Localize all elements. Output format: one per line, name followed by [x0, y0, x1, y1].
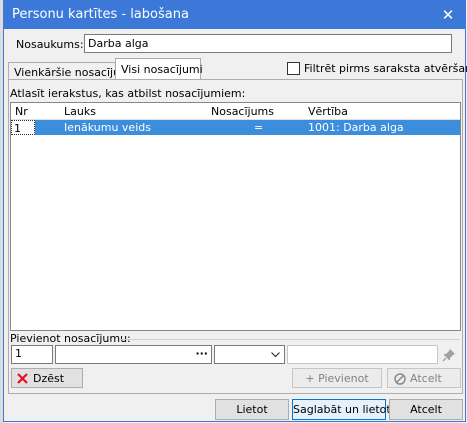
- column-header-nosacijums[interactable]: Nosacījums: [211, 104, 274, 119]
- filter-checkbox-label: Filtrēt pirms saraksta atvēršanas: [304, 62, 467, 75]
- close-icon[interactable]: ✕: [431, 1, 465, 29]
- save-and-apply-button-label: Saglabāt un lietot: [293, 403, 391, 416]
- cancel-condition-button-label: Atcelt: [410, 372, 442, 385]
- row-nr: 1: [14, 122, 21, 135]
- name-label: Nosaukums:: [16, 38, 84, 51]
- tab-all-conditions[interactable]: Visi nosacījumi: [115, 58, 203, 80]
- row-operator: =: [254, 121, 264, 134]
- condition-number-value: 1: [15, 347, 22, 360]
- row-value: 1001: Darba alga: [308, 121, 404, 134]
- row-field: Ienākumu veids: [64, 121, 151, 134]
- add-condition-separator: [120, 339, 460, 340]
- condition-value-input[interactable]: [287, 345, 438, 364]
- name-input[interactable]: Darba alga: [84, 34, 452, 53]
- delete-button[interactable]: Dzēst: [11, 368, 83, 388]
- apply-button[interactable]: Lietot: [215, 399, 289, 420]
- add-condition-button[interactable]: + Pievienot: [292, 368, 382, 388]
- add-condition-label: Pievienot nosacījumu:: [10, 332, 131, 345]
- ellipsis-icon[interactable]: ···: [195, 346, 208, 362]
- column-header-nr[interactable]: Nr: [15, 104, 28, 119]
- grid-caption: Atlasīt ierakstus, kas atbilst nosacījum…: [10, 87, 246, 100]
- dialog-window: Personu kartītes - labošana ✕ Nosaukums:…: [3, 0, 467, 422]
- column-header-lauks[interactable]: Lauks: [64, 104, 96, 119]
- add-condition-button-label: + Pievienot: [305, 372, 369, 385]
- delete-button-label: Dzēst: [33, 372, 65, 385]
- cancel-button[interactable]: Atcelt: [389, 399, 463, 420]
- window-title: Personu kartītes - labošana: [12, 7, 189, 22]
- column-header-vertiba[interactable]: Vērtība: [308, 104, 348, 119]
- table-row[interactable]: 1 Ienākumu veids = 1001: Darba alga: [11, 120, 460, 135]
- condition-number-select[interactable]: 1: [11, 345, 53, 364]
- title-bar: Personu kartītes - labošana ✕: [4, 1, 465, 29]
- filter-checkbox[interactable]: [287, 62, 300, 75]
- save-and-apply-button[interactable]: Saglabāt un lietot: [292, 399, 391, 420]
- tab-all-conditions-label: Visi nosacījumi: [121, 63, 203, 76]
- operator-select[interactable]: [214, 345, 285, 364]
- apply-button-label: Lietot: [236, 403, 268, 416]
- cancel-condition-button[interactable]: Atcelt: [387, 368, 461, 388]
- grid-header: Nr Lauks Nosacījums Vērtība: [11, 103, 460, 120]
- cancel-button-label: Atcelt: [410, 403, 442, 416]
- field-picker-input[interactable]: ···: [55, 345, 212, 364]
- chevron-down-icon: [271, 352, 280, 358]
- pin-icon[interactable]: [442, 348, 456, 362]
- delete-icon: [17, 373, 28, 384]
- tab-simple-conditions[interactable]: Vienkāršie nosacījumi: [8, 62, 134, 80]
- cancel-circle-icon: [394, 373, 406, 385]
- conditions-grid[interactable]: Nr Lauks Nosacījums Vērtība 1 Ienākumu v…: [10, 102, 461, 331]
- row-nr-cell[interactable]: 1: [11, 120, 35, 135]
